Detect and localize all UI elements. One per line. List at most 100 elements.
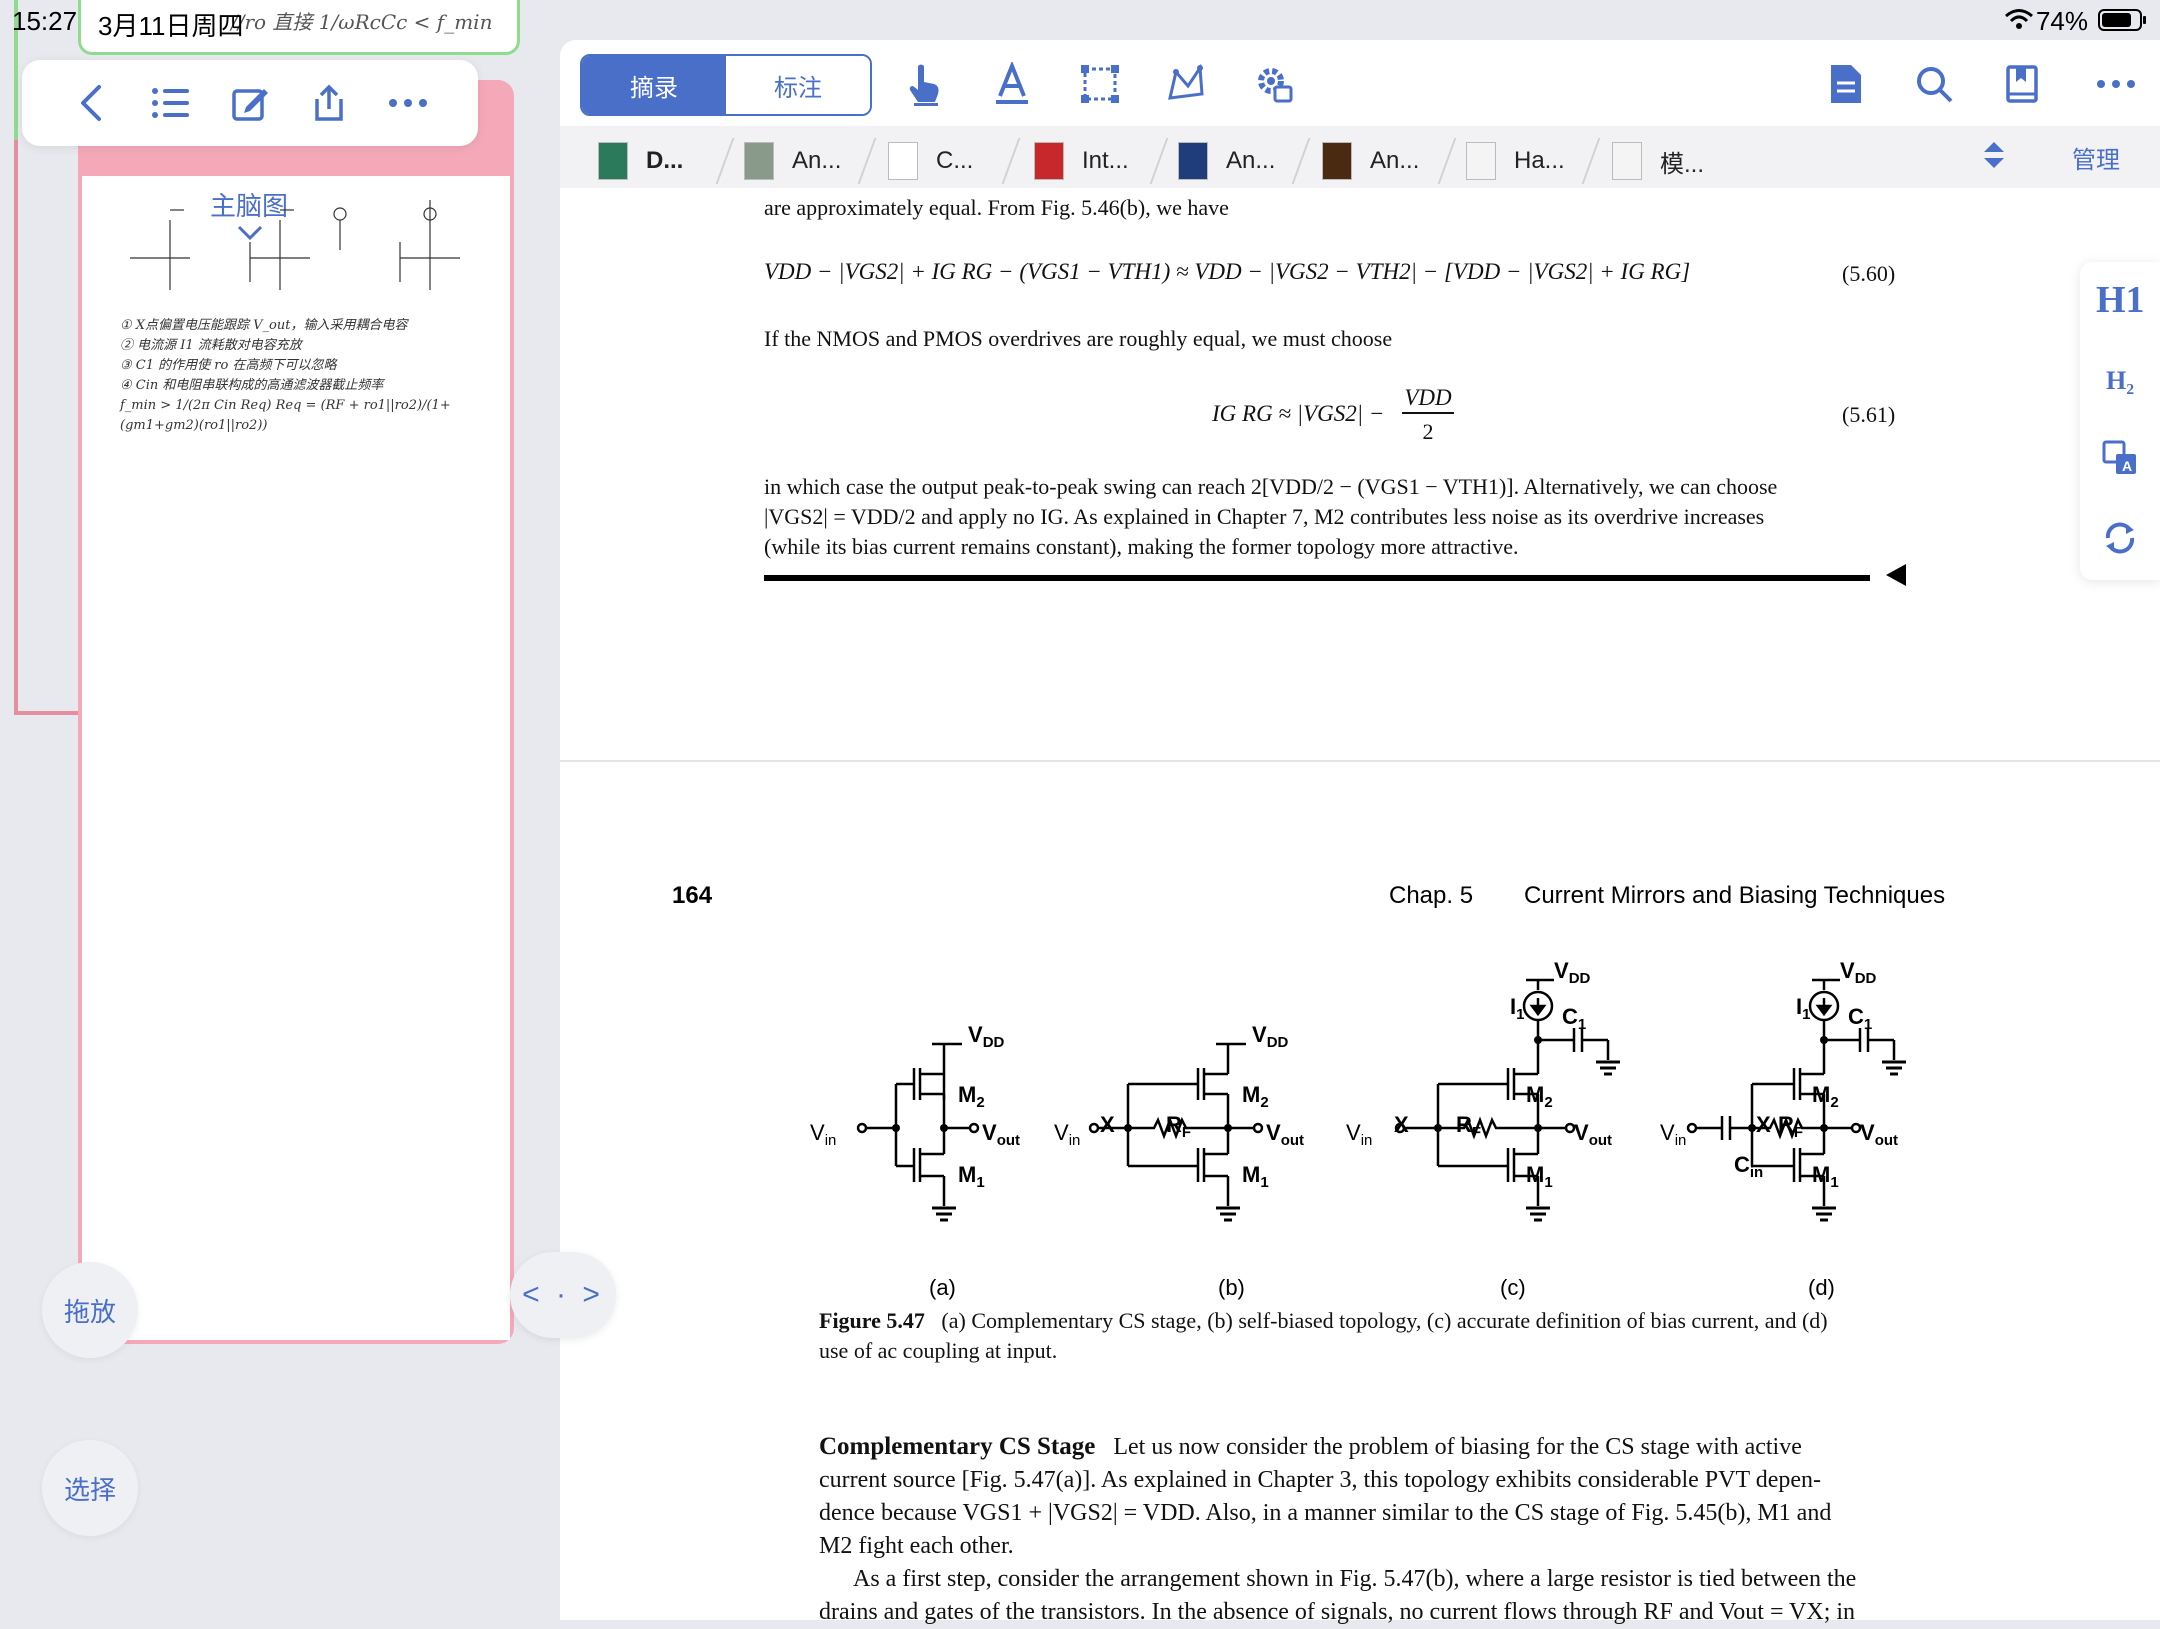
body-text: are approximately equal. From Fig. 5.46(… <box>764 195 1229 220</box>
more-icon[interactable] <box>384 79 432 127</box>
label-m2: M2 <box>958 1082 985 1111</box>
svg-text:A: A <box>2122 458 2132 474</box>
text-line: in which case the output peak-to-peak sw… <box>764 474 1778 499</box>
document-tab[interactable]: An... <box>1322 136 1419 186</box>
rectangle-select-icon[interactable] <box>1076 60 1124 108</box>
document-tab[interactable]: An... <box>744 136 841 186</box>
status-date: 3月11日周四 <box>98 11 244 41</box>
section-body: Complementary CS Stage Let us now consid… <box>819 1430 1959 1629</box>
tab-annotate[interactable]: 标注 <box>726 56 870 114</box>
label-i1: I1 <box>1796 994 1810 1023</box>
label-vin: Vin <box>810 1120 836 1149</box>
section-title: Complementary CS Stage <box>819 1433 1096 1460</box>
settings-gear-icon[interactable] <box>1250 60 1298 108</box>
label-vout: Vout <box>1860 1120 1898 1149</box>
text-line: drains and gates of the transistors. In … <box>819 1599 1856 1625</box>
document-tab[interactable]: Ha... <box>1466 136 1565 186</box>
tab-excerpt[interactable]: 摘录 <box>582 56 726 114</box>
drag-button[interactable]: 拖放 <box>42 1262 138 1358</box>
back-icon[interactable] <box>68 79 116 127</box>
tab-thumbnail <box>1178 142 1208 180</box>
label-m2: M2 <box>1526 1082 1553 1111</box>
tab-thumbnail <box>1034 142 1064 180</box>
figure-5-47-circuits: VDD M2 M1 Vin Vout VDD M2 M1 Vin Vout X … <box>810 958 1908 1222</box>
text-line: current source [Fig. 5.47(a)]. As explai… <box>819 1467 1821 1493</box>
wifi-icon <box>2004 8 2034 35</box>
tab-thumbnail <box>744 142 774 180</box>
label-m2: M2 <box>1242 1082 1269 1111</box>
note-line: ① X点偏置电压能跟踪 V_out，输入采用耦合电容 <box>120 318 408 333</box>
battery-percent: 74% <box>2035 6 2088 36</box>
label-vout: Vout <box>982 1120 1020 1149</box>
text-line: M2 fight each other. <box>819 1533 1014 1559</box>
text-line: |VGS2| = VDD/2 and apply no IG. As expla… <box>764 504 1765 529</box>
mindmap-connector <box>14 140 18 715</box>
label-vin: Vin <box>1346 1120 1372 1149</box>
document-tab[interactable]: An... <box>1178 136 1275 186</box>
label-rf: RF <box>1778 1112 1803 1141</box>
label-vout: Vout <box>1574 1120 1612 1149</box>
caption-label: Figure 5.47 <box>819 1308 925 1333</box>
caption-text: use of ac coupling at input. <box>819 1338 1058 1363</box>
tab-label: C... <box>936 147 974 174</box>
label-vdd: VDD <box>968 1022 1005 1051</box>
label-c1: C1 <box>1848 1004 1872 1033</box>
label-x: X <box>1100 1112 1115 1137</box>
heading2-button[interactable]: H₂ <box>2106 366 2134 396</box>
text-highlight-icon[interactable] <box>988 60 1036 108</box>
heading1-button[interactable]: H1 <box>2096 278 2145 322</box>
more-options-icon[interactable] <box>2092 60 2140 108</box>
node-handwriting: //ro 直接 1/ωRcCc < f_min <box>231 10 493 34</box>
tab-thumbnail <box>888 142 918 180</box>
freehand-select-icon[interactable] <box>1162 60 1210 108</box>
battery-icon <box>2098 8 2148 37</box>
text-line: (while its bias current remains constant… <box>764 534 1519 559</box>
bookmark-icon[interactable] <box>1998 60 2046 108</box>
document-tab[interactable]: C... <box>888 136 973 186</box>
equation-number: (5.61) <box>1842 402 1896 427</box>
document-tab[interactable]: 模... <box>1612 136 1704 186</box>
text-line: dence because VGS1 + |VGS2| = VDD. Also,… <box>819 1500 1832 1526</box>
refresh-icon[interactable] <box>2102 520 2138 561</box>
running-header-chapter: Chap. 5 <box>1389 882 1474 909</box>
label-vdd: VDD <box>1252 1022 1289 1051</box>
tab-label: An... <box>1370 147 1420 174</box>
paragraph: in which case the output peak-to-peak sw… <box>764 472 1904 562</box>
note-line: f_min > 1/(2π Cin Req) Req = (RF + ro1||… <box>120 398 451 433</box>
share-icon[interactable] <box>305 79 353 127</box>
figure-sublabel: (a) <box>929 1275 956 1300</box>
text-line: As a first step, consider the arrangemen… <box>853 1566 1857 1592</box>
note-line: ③ C1 的作用使 ro 在高频下可以忽略 <box>120 358 337 373</box>
tab-label: Ha... <box>1514 147 1565 174</box>
fraction-numerator: VDD <box>1402 384 1454 414</box>
label-vin: Vin <box>1660 1120 1686 1149</box>
tab-thumbnail <box>1466 142 1496 180</box>
label-x: X <box>1756 1112 1771 1137</box>
note-line: ④ Cin 和电阻串联构成的高通滤波器截止频率 <box>120 378 384 393</box>
tab-label: An... <box>1226 147 1276 174</box>
translate-icon[interactable]: A <box>2102 440 2138 481</box>
label-rf: RF <box>1166 1112 1191 1141</box>
equation-5-61-left: IG RG ≈ |VGS2| − <box>1212 401 1385 426</box>
label-m1: M1 <box>958 1162 985 1191</box>
document-icon[interactable] <box>1822 60 1870 108</box>
split-view-handle[interactable]: < · > <box>510 1252 616 1338</box>
label-m1: M1 <box>1526 1162 1553 1191</box>
document-tab[interactable]: Int... <box>1034 136 1129 186</box>
manage-tabs-button[interactable]: 管理 <box>2072 140 2120 175</box>
document-tab[interactable]: D... <box>598 136 683 186</box>
hand-pointer-icon[interactable] <box>900 60 948 108</box>
label-vout: Vout <box>1266 1120 1304 1149</box>
edit-icon[interactable] <box>226 79 274 127</box>
search-icon[interactable] <box>1910 60 1958 108</box>
tab-thumbnail <box>1612 142 1642 180</box>
list-icon[interactable] <box>147 79 195 127</box>
mini-circuit-thumbnail <box>130 200 460 290</box>
label-i1: I1 <box>1510 994 1524 1023</box>
label-cin: Cin <box>1734 1152 1763 1181</box>
sort-icon[interactable] <box>1982 140 2006 176</box>
equation-5-60: VDD − |VGS2| + IG RG − (VGS1 − VTH1) ≈ V… <box>764 259 1691 284</box>
mindmap-toolbar <box>22 60 478 146</box>
select-button[interactable]: 选择 <box>42 1440 138 1536</box>
tab-label: An... <box>792 147 842 174</box>
